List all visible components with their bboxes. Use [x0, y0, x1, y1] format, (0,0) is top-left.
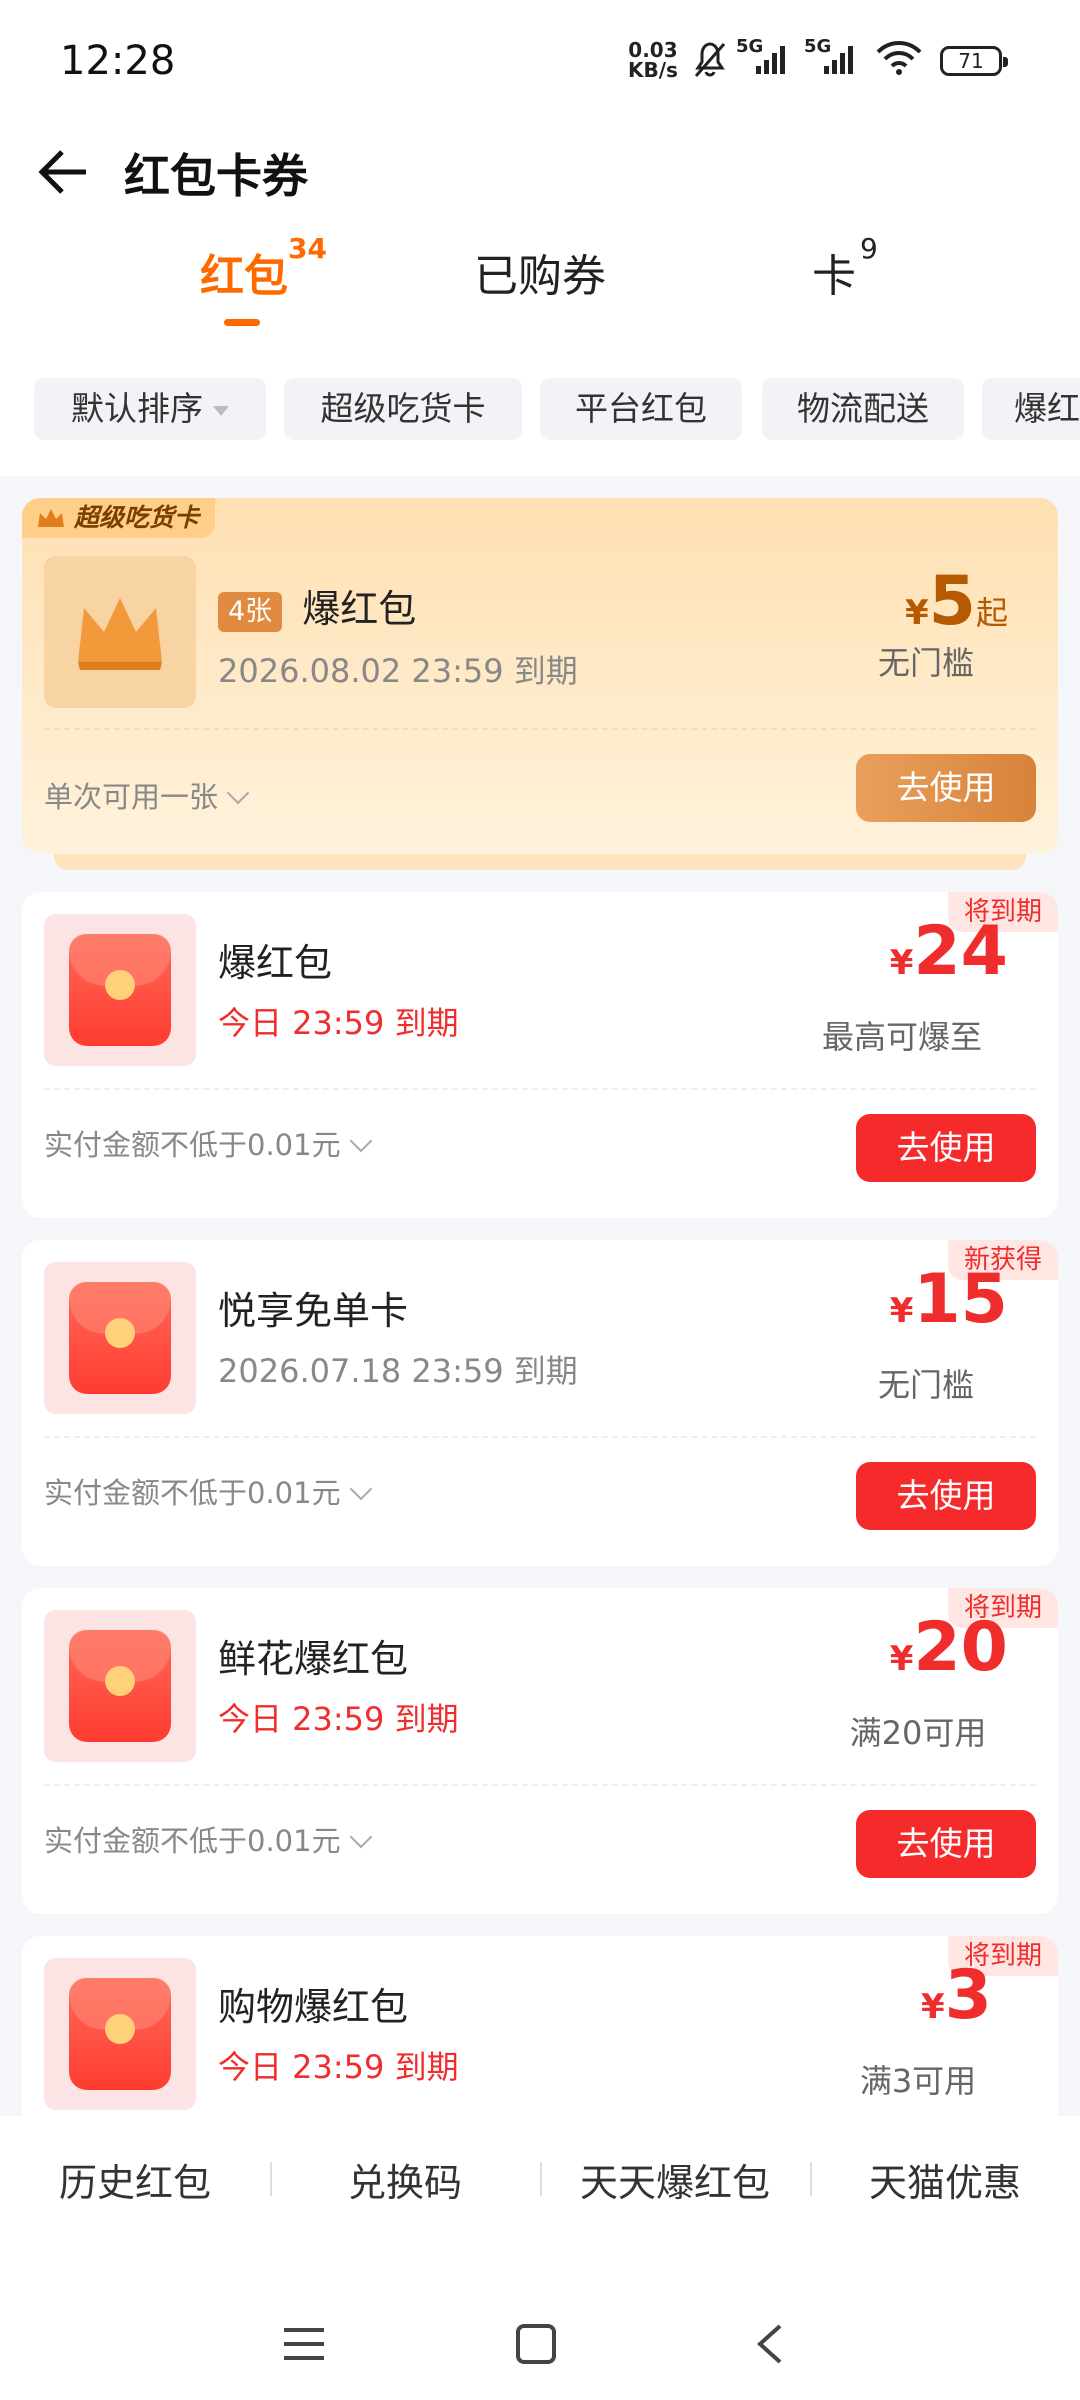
super-card-tag: 超级吃货卡 — [22, 498, 216, 538]
coupon-card: 将到期 购物爆红包 今日 23:59 到期 ¥3 满3可用 — [22, 1936, 1058, 2136]
filter-chips: 默认排序 超级吃货卡 平台红包 物流配送 爆红 — [0, 378, 1080, 442]
red-envelope-icon — [69, 1282, 171, 1394]
system-nav-bar — [0, 2280, 1080, 2400]
status-time: 12:28 — [60, 38, 176, 84]
nav-history[interactable]: 历史红包 — [0, 2152, 270, 2207]
coupon-thumb — [44, 1610, 196, 1762]
coupon-condition: 满20可用 — [849, 1714, 987, 1752]
count-tag: 4张 — [218, 591, 283, 632]
use-button[interactable]: 去使用 — [856, 1810, 1036, 1878]
coupon-price: ¥20 — [889, 1608, 1008, 1687]
chevron-down-icon — [349, 1129, 372, 1153]
chevron-down-icon — [349, 1477, 372, 1501]
chip-super-foodie[interactable]: 超级吃货卡 — [284, 378, 522, 440]
coupon-rule[interactable]: 实付金额不低于0.01元 — [44, 1122, 372, 1164]
coupon-condition: 满3可用 — [859, 2062, 977, 2100]
nav-daily-baohong[interactable]: 天天爆红包 — [540, 2152, 810, 2207]
chevron-down-icon — [226, 781, 250, 805]
home-square-icon[interactable] — [514, 2322, 558, 2366]
red-envelope-icon — [69, 934, 171, 1046]
wifi-icon — [876, 41, 922, 75]
coupon-price: ¥3 — [921, 1956, 992, 2035]
super-card-expire: 2026.08.02 23:59 到期 — [218, 652, 578, 690]
coupon-thumb — [44, 1958, 196, 2110]
coupon-expire: 今日 23:59 到期 — [218, 2048, 459, 2086]
chip-baohong[interactable]: 爆红 — [982, 378, 1080, 440]
use-button[interactable]: 去使用 — [856, 1114, 1036, 1182]
red-envelope-icon — [69, 1630, 171, 1742]
red-envelope-icon — [69, 1978, 171, 2090]
coupon-name: 悦享免单卡 — [218, 1289, 409, 1333]
dropdown-triangle-icon — [213, 405, 229, 416]
coupon-price: ¥24 — [889, 912, 1008, 991]
tab-hongbao[interactable]: 红包 34 — [200, 232, 327, 304]
super-card-rule[interactable]: 单次可用一张 — [44, 774, 250, 816]
coupon-rule[interactable]: 实付金额不低于0.01元 — [44, 1470, 372, 1512]
coupon-name: 爆红包 — [218, 941, 333, 985]
chip-platform[interactable]: 平台红包 — [540, 378, 742, 440]
active-tab-indicator — [224, 319, 260, 326]
coupon-thumb — [44, 1262, 196, 1414]
coupon-name: 鲜花爆红包 — [218, 1637, 409, 1681]
coupon-card: 新获得 悦享免单卡 2026.07.18 23:59 到期 ¥15 无门槛 实付… — [22, 1240, 1058, 1566]
crown-icon — [78, 598, 162, 670]
super-card-condition: 无门槛 — [877, 644, 974, 682]
coupon-condition: 无门槛 — [877, 1366, 974, 1404]
signal-icon — [756, 46, 785, 74]
menu-icon[interactable] — [280, 2324, 328, 2364]
crown-icon — [38, 509, 64, 527]
network-speed: 0.03 KB/s — [628, 38, 678, 82]
super-card-price: ¥5起 — [904, 562, 1008, 641]
coupon-card: 将到期 鲜花爆红包 今日 23:59 到期 ¥20 满20可用 实付金额不低于0… — [22, 1588, 1058, 1914]
mute-bell-icon — [694, 42, 726, 77]
coupon-condition: 最高可爆至 — [821, 1018, 982, 1056]
coupon-rule[interactable]: 实付金额不低于0.01元 — [44, 1818, 372, 1860]
chip-default-sort[interactable]: 默认排序 — [34, 378, 266, 440]
coupon-expire: 今日 23:59 到期 — [218, 1700, 459, 1738]
coupon-price: ¥15 — [889, 1260, 1008, 1339]
coupon-thumb — [44, 914, 196, 1066]
coupon-expire: 2026.07.18 23:59 到期 — [218, 1352, 578, 1390]
super-card-use-button[interactable]: 去使用 — [856, 754, 1036, 822]
nav-redeem-code[interactable]: 兑换码 — [270, 2152, 540, 2207]
page-title: 红包卡券 — [124, 149, 308, 203]
chip-delivery[interactable]: 物流配送 — [762, 378, 964, 440]
status-bar: 12:28 0.03 KB/s 5G 5G 71 — [0, 0, 1080, 120]
signal-icon-2 — [824, 46, 853, 74]
use-button[interactable]: 去使用 — [856, 1462, 1036, 1530]
nav-tmall-discount[interactable]: 天猫优惠 — [810, 2152, 1080, 2207]
coupon-card: 将到期 爆红包 今日 23:59 到期 ¥24 最高可爆至 实付金额不低于0.0… — [22, 892, 1058, 1218]
tab-bar: 红包 34 已购券 卡9 — [0, 232, 1080, 330]
back-chevron-icon[interactable] — [752, 2322, 788, 2366]
chevron-down-icon — [349, 1825, 372, 1849]
tab-cards[interactable]: 卡9 — [812, 232, 878, 304]
tab-purchased[interactable]: 已购券 — [474, 240, 606, 304]
super-card-name: 爆红包 — [302, 587, 417, 631]
coupon-name: 购物爆红包 — [218, 1985, 409, 2029]
back-arrow-icon[interactable] — [34, 142, 94, 202]
battery-indicator: 71 — [940, 46, 1008, 76]
super-card-thumb — [44, 556, 196, 708]
super-card: 超级吃货卡 4张 爆红包 2026.08.02 23:59 到期 ¥5起 无门槛 … — [22, 498, 1058, 854]
page-header: 红包卡券 — [0, 120, 1080, 220]
coupon-expire: 今日 23:59 到期 — [218, 1004, 459, 1042]
